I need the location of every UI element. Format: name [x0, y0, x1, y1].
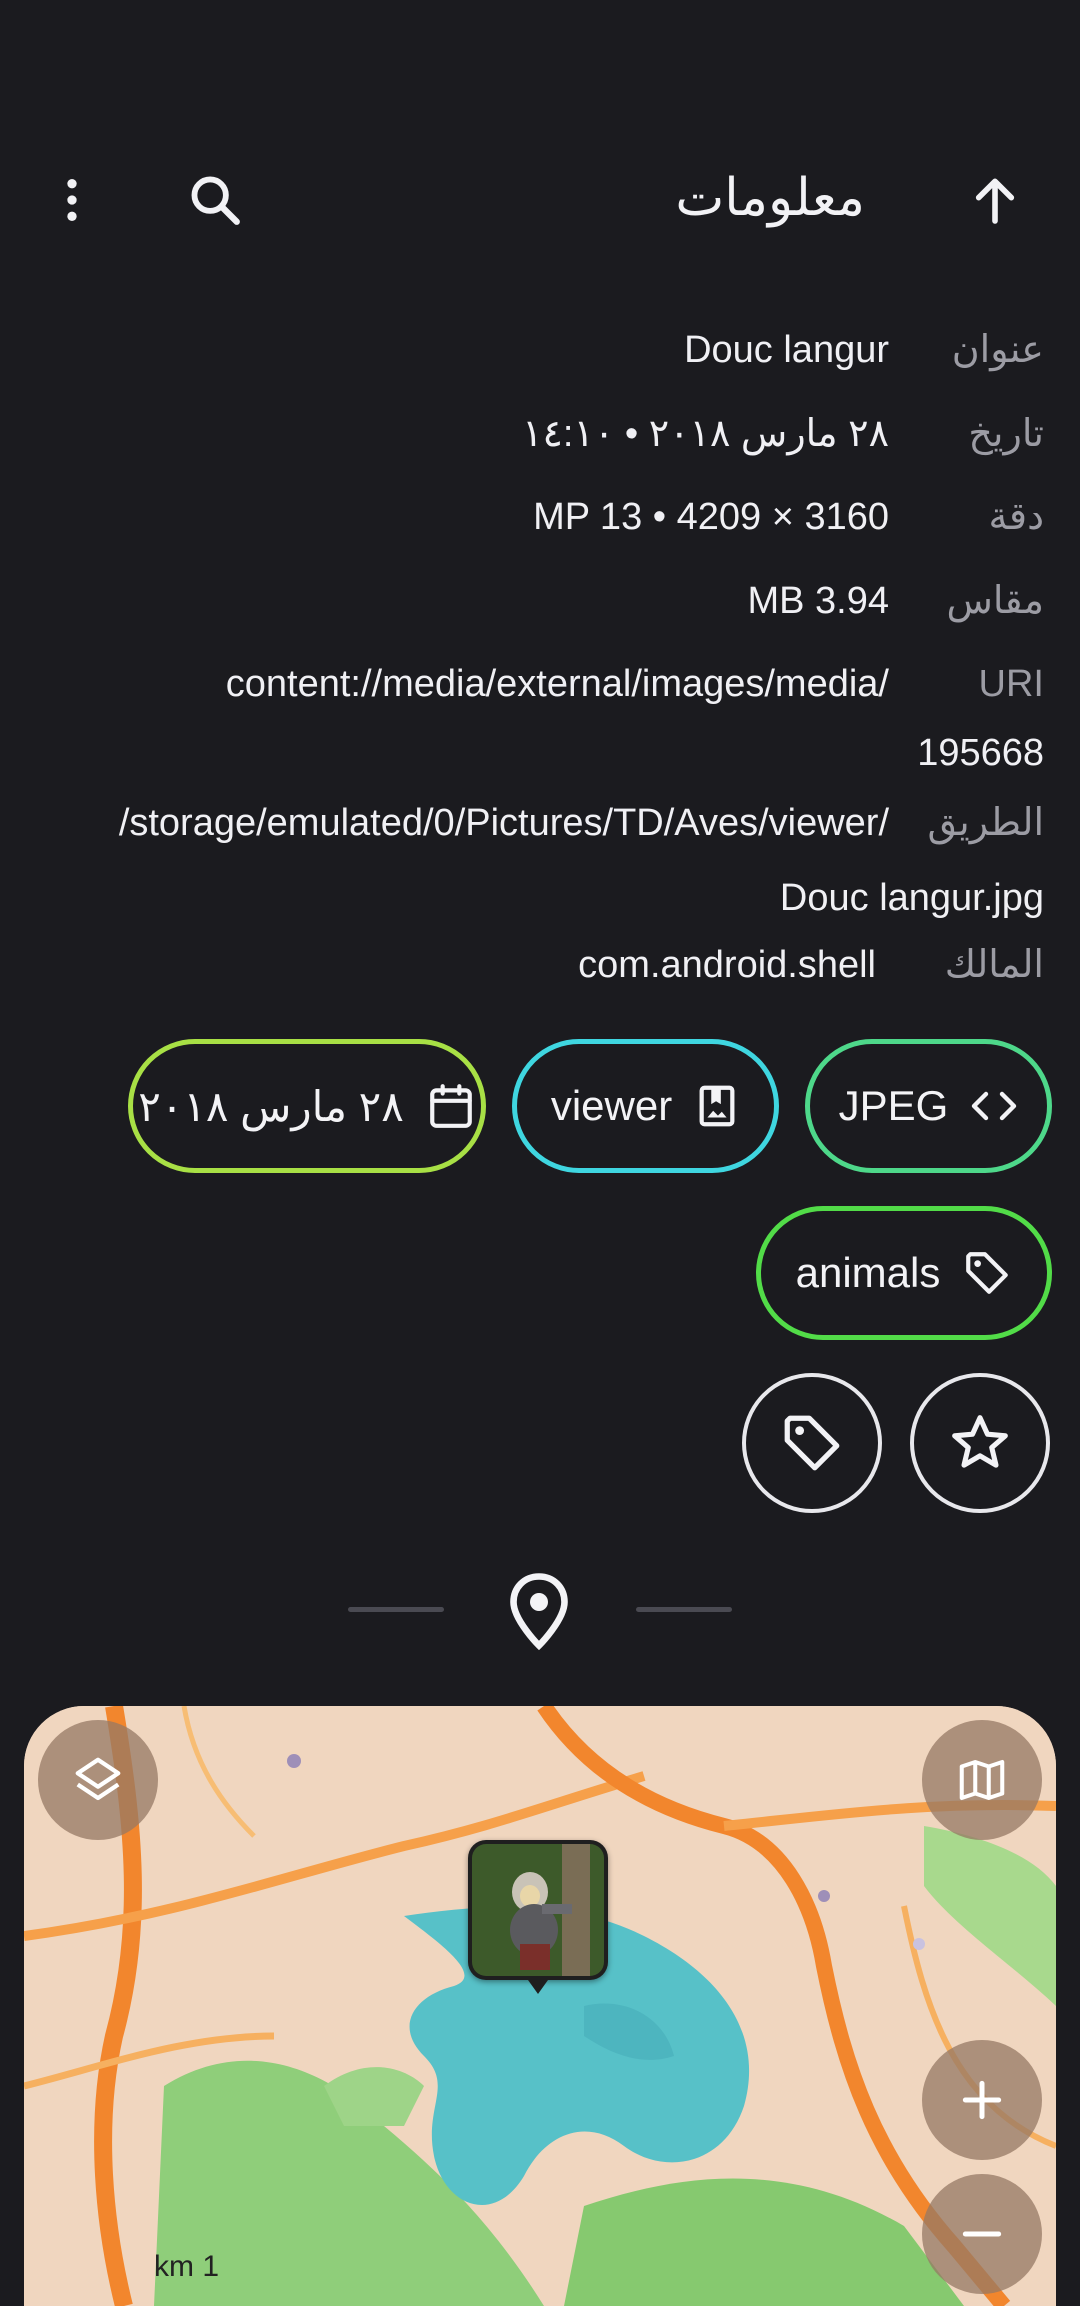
- page-title: معلومات: [675, 169, 865, 227]
- search-icon[interactable]: [180, 165, 250, 235]
- uri-label: URI: [978, 663, 1044, 705]
- chip-viewer[interactable]: viewer: [512, 1039, 779, 1173]
- plus-icon: [962, 2080, 1002, 2120]
- chip-jpeg[interactable]: JPEG: [805, 1039, 1052, 1173]
- chip-date-label: ٢٨ مارس ٢٠١٨: [138, 1082, 404, 1130]
- zoom-in-button[interactable]: [922, 2040, 1042, 2160]
- map-layers-button[interactable]: [38, 1720, 158, 1840]
- map-view[interactable]: km 1: [24, 1706, 1056, 2306]
- chip-animals[interactable]: animals: [756, 1206, 1052, 1340]
- tag-icon: [966, 1252, 1009, 1294]
- path-value: /storage/emulated/0/Pictures/TD/Aves/vie…: [118, 802, 889, 844]
- minus-icon: [962, 2231, 1002, 2237]
- tag-outline-icon: [784, 1415, 840, 1471]
- map-scale: km 1: [154, 2250, 220, 2283]
- resolution-label: دقة: [988, 496, 1044, 538]
- chip-date[interactable]: ٢٨ مارس ٢٠١٨: [128, 1039, 486, 1173]
- divider-right: [636, 1607, 732, 1612]
- location-pin-icon: [503, 1570, 575, 1652]
- title-label: عنوان: [951, 329, 1044, 371]
- zoom-out-button[interactable]: [922, 2174, 1042, 2294]
- map-icon: [959, 1759, 1005, 1801]
- uri-value: content://media/external/images/media/: [225, 663, 889, 705]
- resolution-value: MP 13 • 4209 × 3160: [533, 496, 889, 538]
- photo-marker[interactable]: [468, 1840, 608, 1994]
- favorite-button[interactable]: [910, 1373, 1050, 1513]
- title-value: Douc langur: [684, 329, 889, 371]
- uri-value-cont: 195668: [917, 732, 1044, 774]
- owner-label: المالك: [944, 944, 1044, 986]
- open-map-button[interactable]: [922, 1720, 1042, 1840]
- calendar-icon: [429, 1084, 472, 1128]
- arrow-up-icon[interactable]: [960, 165, 1030, 235]
- layers-icon: [75, 1757, 121, 1801]
- size-label: مقاس: [946, 580, 1044, 622]
- path-value-cont: Douc langur.jpg: [779, 877, 1044, 919]
- app-bar: معلومات: [0, 150, 1080, 250]
- size-value: MB 3.94: [747, 580, 889, 622]
- date-label: تاريخ: [968, 413, 1044, 455]
- date-value: ٢٨ مارس ٢٠١٨ • ١٤:١٠: [522, 413, 889, 455]
- monkey-thumbnail: [472, 1844, 604, 1976]
- path-label: الطريق: [927, 802, 1044, 844]
- more-vert-icon[interactable]: [37, 165, 107, 235]
- code-icon: [972, 1091, 1017, 1121]
- chip-jpeg-label: JPEG: [838, 1082, 949, 1129]
- map-tiles: [24, 1706, 1056, 2306]
- album-icon: [699, 1085, 735, 1127]
- star-outline-icon: [952, 1415, 1008, 1468]
- chip-viewer-label: viewer: [550, 1082, 673, 1129]
- add-tag-button[interactable]: [742, 1373, 882, 1513]
- owner-value: com.android.shell: [578, 944, 876, 986]
- chip-animals-label: animals: [795, 1249, 941, 1296]
- divider-left: [348, 1607, 444, 1612]
